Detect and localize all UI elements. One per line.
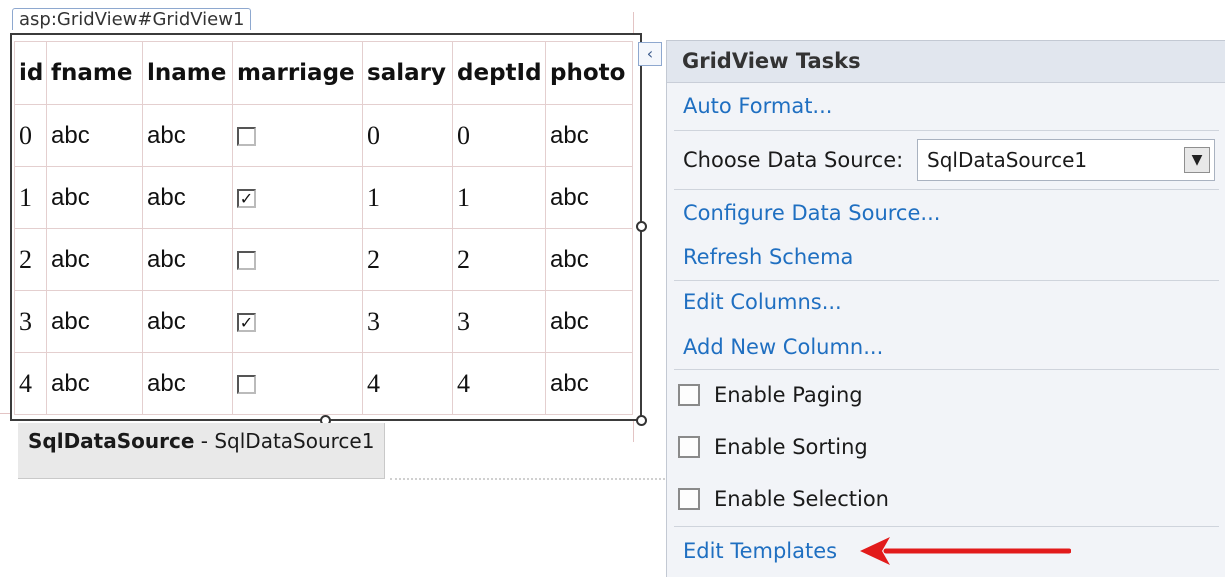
sqldatasource-control[interactable]: SqlDataSource - SqlDataSource1 <box>18 423 385 479</box>
column-header-photo: photo <box>545 41 633 105</box>
choose-data-source-label: Choose Data Source: <box>683 148 904 172</box>
cell-salary: 2 <box>362 228 453 291</box>
cell-fname: abc <box>46 166 143 229</box>
cell-salary: 4 <box>362 352 453 415</box>
gridview-tasks-panel: GridView Tasks Auto Format... Choose Dat… <box>666 40 1225 577</box>
table-row: 4 abc abc 4 4 abc <box>14 352 633 415</box>
enable-selection-checkbox[interactable] <box>678 488 700 510</box>
cell-deptid: 3 <box>452 290 546 353</box>
cell-deptid: 1 <box>452 166 546 229</box>
table-header-row: id fname lname marriage salary deptId ph… <box>14 41 633 105</box>
dropdown-arrow-button[interactable]: ▼ <box>1184 147 1210 173</box>
table-row: 1 abc abc ✓ 1 1 abc <box>14 166 633 229</box>
cell-marriage: ✓ <box>232 290 363 353</box>
cell-lname: abc <box>142 166 233 229</box>
cell-deptid: 0 <box>452 104 546 167</box>
cell-fname: abc <box>46 228 143 291</box>
table-row: 0 abc abc 0 0 abc <box>14 104 633 167</box>
cell-id: 0 <box>14 104 47 167</box>
cell-photo: abc <box>545 104 633 167</box>
column-header-id: id <box>14 41 47 105</box>
cell-photo: abc <box>545 352 633 415</box>
dotted-divider <box>390 478 665 480</box>
table-row: 3 abc abc ✓ 3 3 abc <box>14 290 633 353</box>
cell-marriage <box>232 228 363 291</box>
chevron-down-icon: ▼ <box>1191 152 1203 168</box>
sqldatasource-separator: - <box>194 429 215 453</box>
cell-deptid: 4 <box>452 352 546 415</box>
cell-marriage <box>232 352 363 415</box>
cell-marriage <box>232 104 363 167</box>
arrow-left-icon <box>860 537 1071 565</box>
cell-id: 2 <box>14 228 47 291</box>
column-header-deptid: deptId <box>452 41 546 105</box>
data-source-selected-value: SqlDataSource1 <box>927 148 1088 172</box>
cell-fname: abc <box>46 104 143 167</box>
smart-tag-toggle-button[interactable]: ‹ <box>638 42 662 66</box>
cell-salary: 0 <box>362 104 453 167</box>
enable-paging-checkbox[interactable] <box>678 384 700 406</box>
gridview-control-tag[interactable]: asp:GridView#GridView1 <box>12 8 252 30</box>
cell-salary: 1 <box>362 166 453 229</box>
add-new-column-link[interactable]: Add New Column... <box>683 332 883 362</box>
designer-canvas: asp:GridView#GridView1 id fname lname ma… <box>0 0 1225 577</box>
unchecked-checkbox-icon <box>237 374 256 394</box>
cell-id: 1 <box>14 166 47 229</box>
cell-fname: abc <box>46 290 143 353</box>
separator <box>674 280 1219 281</box>
checked-checkbox-icon: ✓ <box>237 312 256 332</box>
unchecked-checkbox-icon <box>237 126 256 146</box>
cell-photo: abc <box>545 290 633 353</box>
cell-lname: abc <box>142 228 233 291</box>
cell-id: 4 <box>14 352 47 415</box>
data-source-dropdown[interactable]: SqlDataSource1 ▼ <box>917 139 1215 181</box>
enable-selection-label: Enable Selection <box>714 487 889 511</box>
column-header-fname: fname <box>46 41 143 105</box>
configure-data-source-link[interactable]: Configure Data Source... <box>683 198 940 228</box>
table-row: 2 abc abc 2 2 abc <box>14 228 633 291</box>
enable-sorting-label: Enable Sorting <box>714 435 868 459</box>
column-header-lname: lname <box>142 41 233 105</box>
cell-photo: abc <box>545 228 633 291</box>
cell-fname: abc <box>46 352 143 415</box>
enable-sorting-checkbox[interactable] <box>678 436 700 458</box>
auto-format-link[interactable]: Auto Format... <box>683 91 832 121</box>
column-header-salary: salary <box>362 41 453 105</box>
cell-photo: abc <box>545 166 633 229</box>
resize-handle-bottom-right[interactable] <box>636 415 647 426</box>
separator <box>674 130 1219 131</box>
cell-lname: abc <box>142 290 233 353</box>
checked-checkbox-icon: ✓ <box>237 188 256 208</box>
cell-lname: abc <box>142 352 233 415</box>
tasks-panel-title: GridView Tasks <box>667 41 1225 83</box>
column-header-marriage: marriage <box>232 41 363 105</box>
enable-paging-label: Enable Paging <box>714 383 863 407</box>
edit-columns-link[interactable]: Edit Columns... <box>683 287 842 317</box>
edit-templates-link[interactable]: Edit Templates <box>683 536 837 566</box>
separator <box>674 369 1219 370</box>
refresh-schema-link[interactable]: Refresh Schema <box>683 242 853 272</box>
unchecked-checkbox-icon <box>237 250 256 270</box>
gridview-table[interactable]: id fname lname marriage salary deptId ph… <box>14 41 633 415</box>
separator <box>674 189 1219 190</box>
sqldatasource-type-label: SqlDataSource <box>28 429 195 453</box>
separator <box>674 526 1219 527</box>
chevron-left-icon: ‹ <box>646 44 654 63</box>
resize-handle-right[interactable] <box>636 221 647 232</box>
cell-marriage: ✓ <box>232 166 363 229</box>
cell-deptid: 2 <box>452 228 546 291</box>
cell-id: 3 <box>14 290 47 353</box>
cell-lname: abc <box>142 104 233 167</box>
cell-salary: 3 <box>362 290 453 353</box>
sqldatasource-id-label: SqlDataSource1 <box>214 429 375 453</box>
